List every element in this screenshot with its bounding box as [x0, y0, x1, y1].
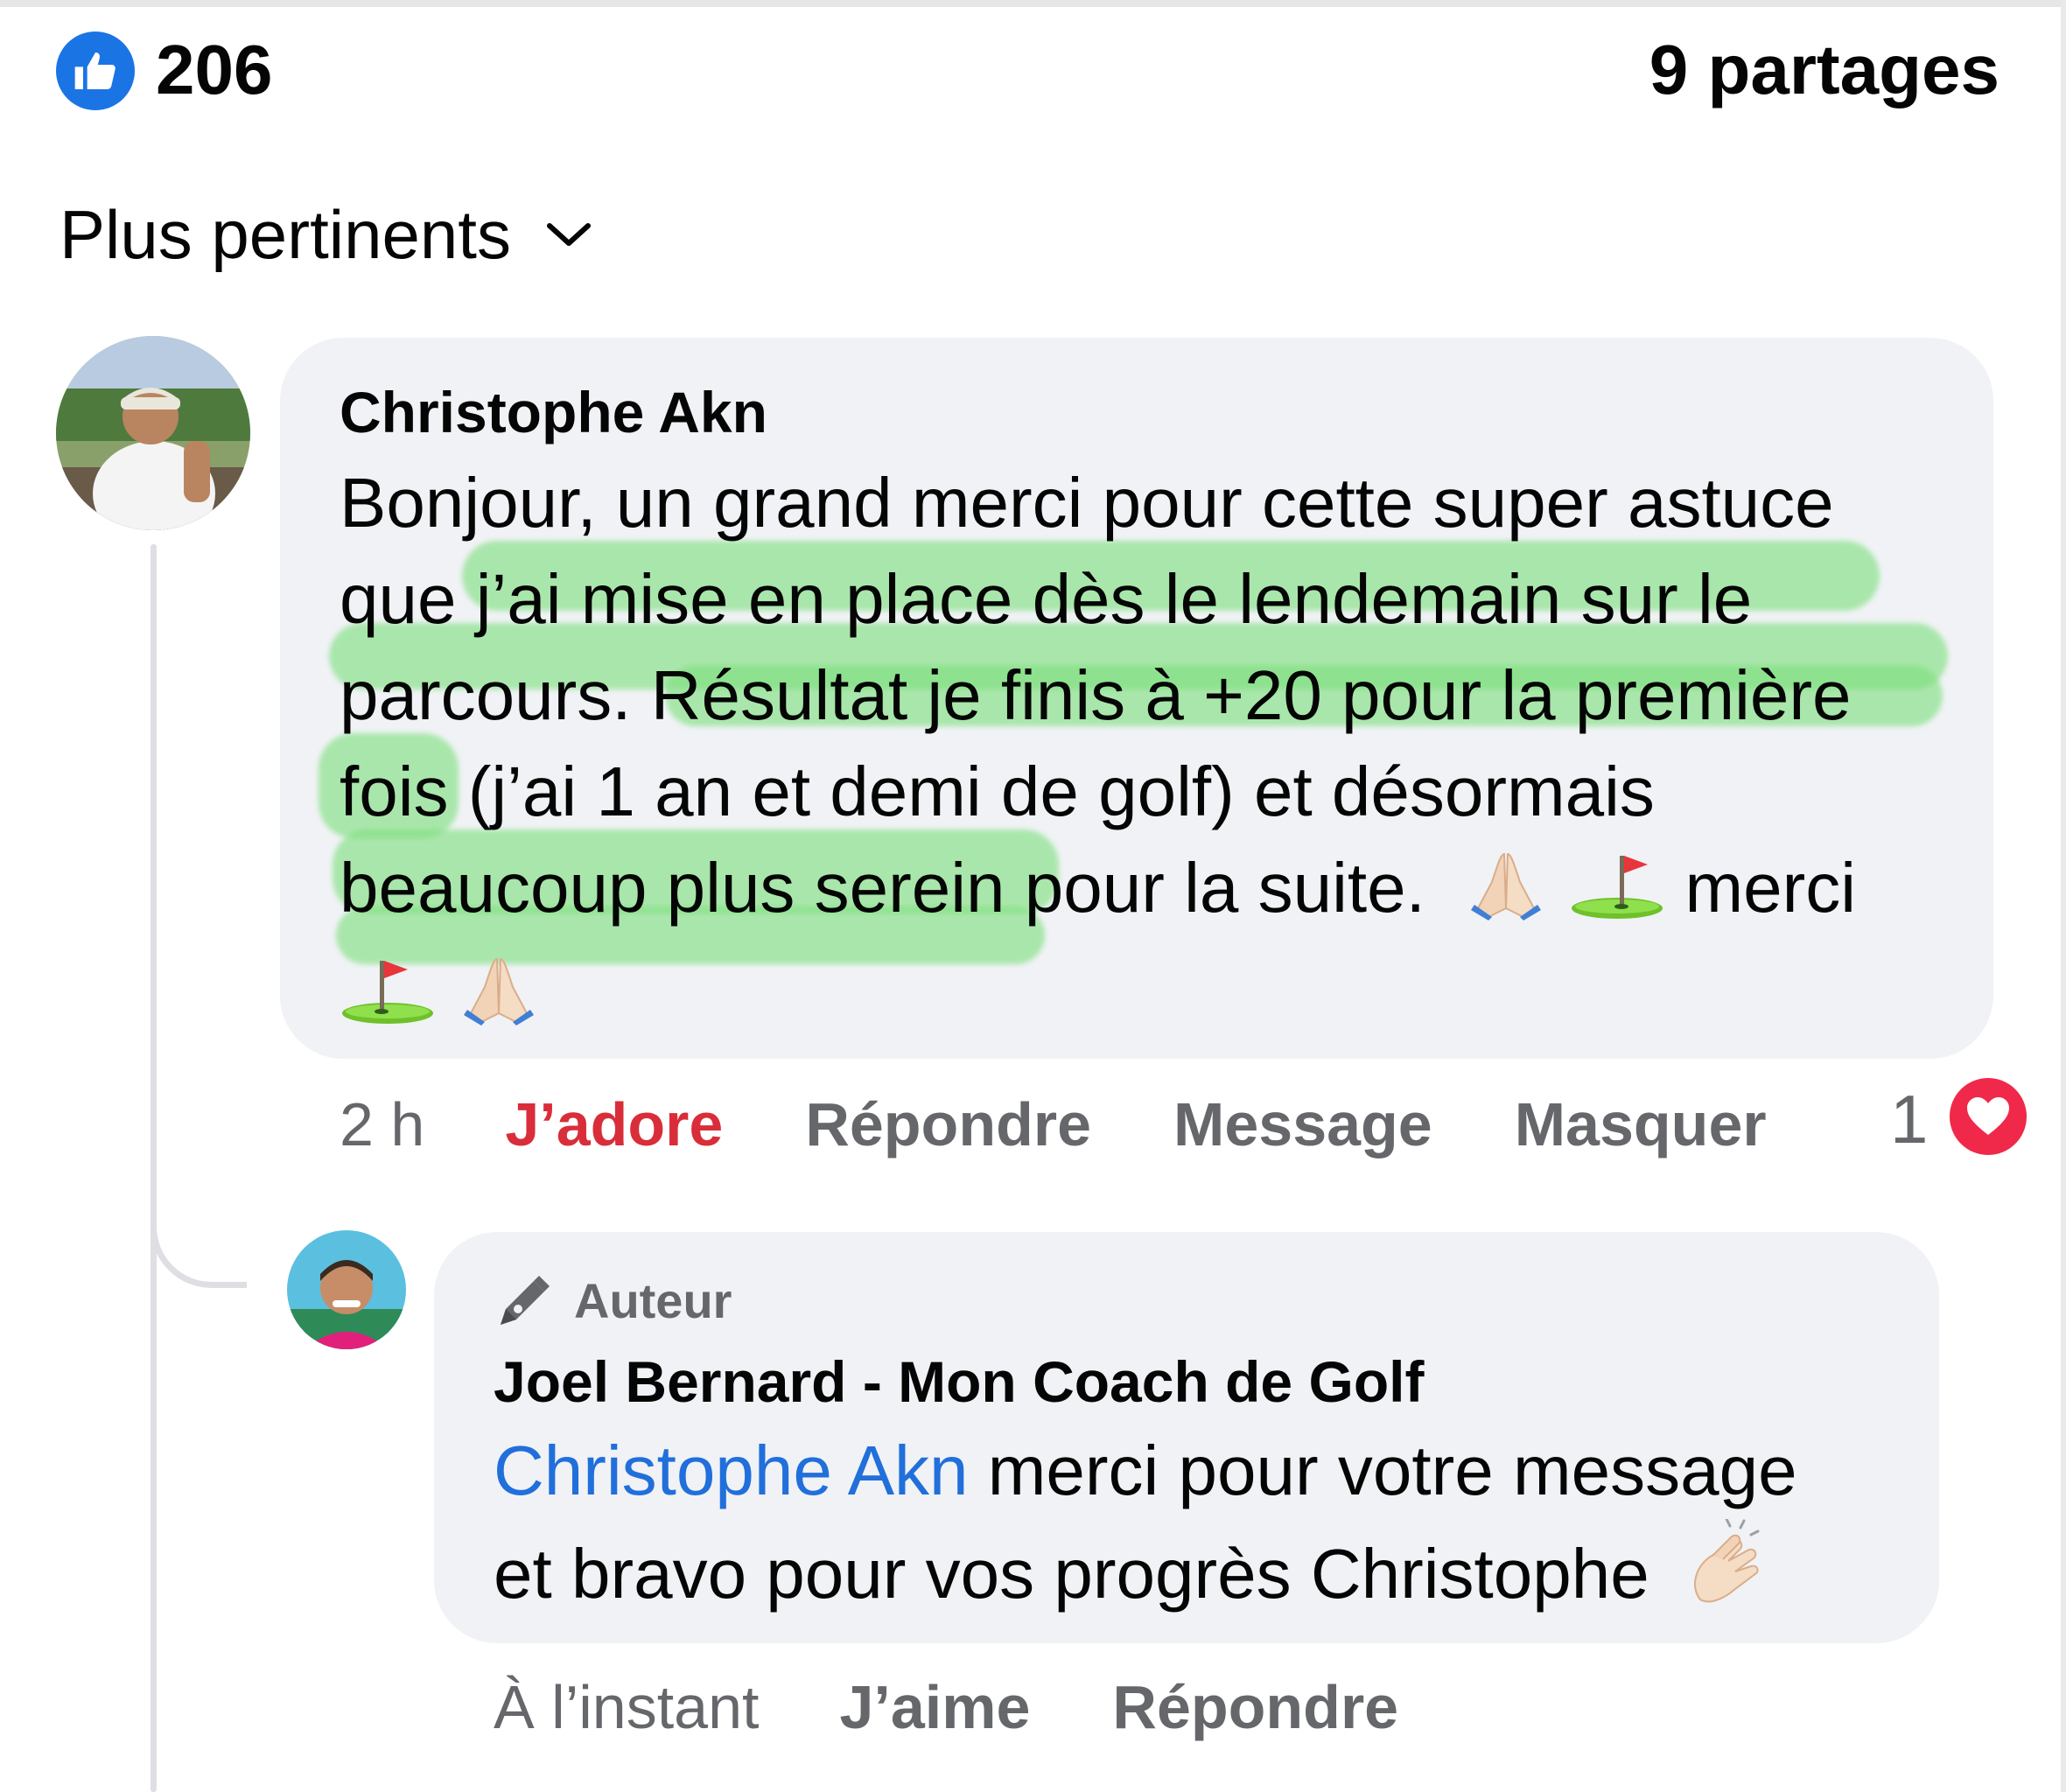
shares-count[interactable]: 9 partages: [1649, 26, 1999, 114]
right-scroll-edge: [2061, 0, 2066, 1792]
heart-icon[interactable]: [1950, 1078, 2027, 1155]
sort-dropdown[interactable]: Plus pertinents: [60, 191, 592, 278]
reply-line: Christophe Akn merci pour votre message: [494, 1423, 1929, 1519]
avatar[interactable]: [287, 1230, 406, 1349]
reply-text: Christophe Akn merci pour votre message …: [494, 1423, 1929, 1631]
author-badge: Auteur: [494, 1270, 732, 1332]
comment-text: Bonjour, un grand merci pour cette super…: [340, 455, 1967, 1050]
like-button[interactable]: J’aime: [839, 1668, 1030, 1746]
message-button[interactable]: Message: [1173, 1085, 1432, 1164]
pen-icon: [501, 1276, 550, 1325]
comment-line: Bonjour, un grand merci pour cette super…: [340, 464, 1834, 542]
avatar[interactable]: [56, 336, 250, 530]
golf-flag-icon: [340, 952, 436, 1050]
comment-line: beaucoup plus serein pour la suite.: [340, 849, 1425, 927]
thread-connector: [151, 1164, 247, 1288]
reply-time[interactable]: À l’instant: [494, 1668, 759, 1746]
comment-author[interactable]: Christophe Akn: [340, 376, 767, 448]
reply-button[interactable]: Répondre: [1112, 1668, 1398, 1746]
sort-label: Plus pertinents: [60, 196, 511, 273]
love-button[interactable]: J’adore: [505, 1085, 723, 1164]
golf-flag-icon: [1569, 847, 1665, 945]
mention-link[interactable]: Christophe Akn: [494, 1432, 969, 1509]
hide-button[interactable]: Masquer: [1515, 1085, 1767, 1164]
comment-actions: 2 h J’adore Répondre Message Masquer: [340, 1085, 1767, 1164]
comment-line: fois (j’ai 1 an et demi de golf) et déso…: [340, 752, 1655, 830]
reply-line-text: merci pour votre message: [968, 1432, 1797, 1509]
praying-hands-icon: [455, 952, 543, 1050]
thumbs-up-icon[interactable]: [56, 32, 135, 110]
comment-emoji-line: [340, 945, 1967, 1050]
love-count[interactable]: 1: [1890, 1080, 1928, 1158]
like-count[interactable]: 206: [156, 26, 272, 114]
comment-time[interactable]: 2 h: [340, 1085, 424, 1164]
reply-line: et bravo pour vos progrès Christophe: [494, 1517, 1929, 1631]
clapping-hands-icon: [1683, 1517, 1770, 1631]
reply-author[interactable]: Joel Bernard - Mon Coach de Golf: [494, 1344, 1424, 1419]
comment-line: merci: [1684, 849, 1857, 927]
top-divider: [0, 0, 2066, 7]
comment-line: parcours. Résultat je finis à +20 pour l…: [340, 656, 1852, 734]
reply-button[interactable]: Répondre: [805, 1085, 1091, 1164]
reply-actions: À l’instant J’aime Répondre: [494, 1668, 1398, 1746]
reply-line-text: et bravo pour vos progrès Christophe: [494, 1535, 1649, 1613]
author-badge-label: Auteur: [574, 1273, 732, 1328]
chevron-down-icon: [546, 223, 591, 246]
comment-line-last: beaucoup plus serein pour la suite. merc…: [340, 840, 1967, 945]
comment-line: que j’ai mise en place dès le lendemain …: [340, 560, 1753, 638]
praying-hands-icon: [1462, 847, 1550, 945]
